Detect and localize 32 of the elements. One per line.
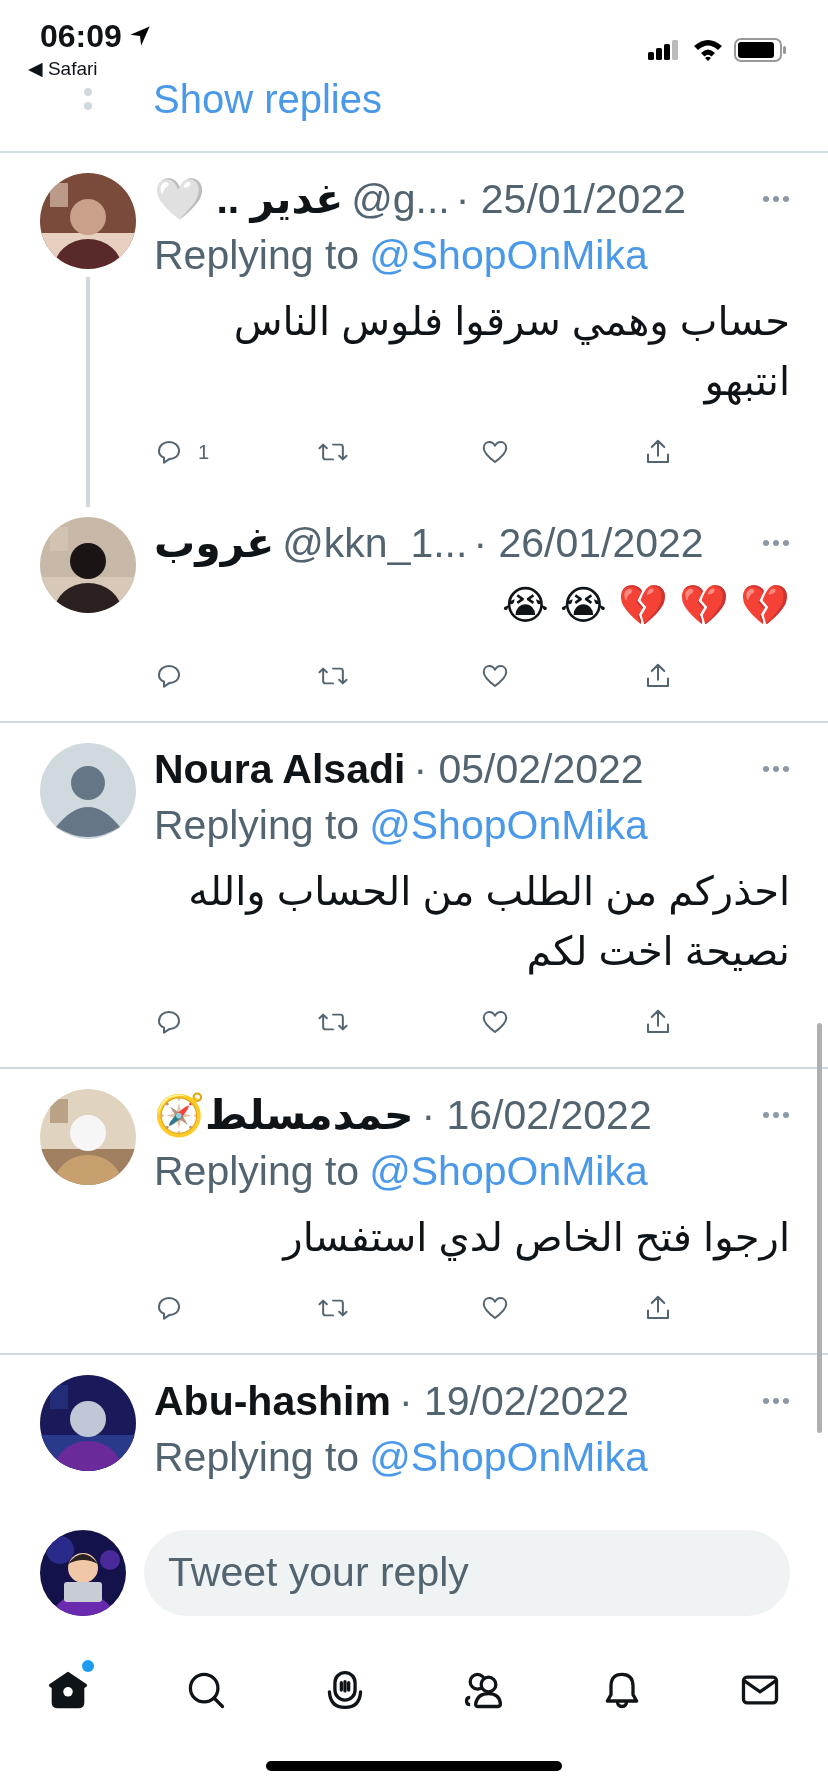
- reply-count: 1: [198, 440, 210, 464]
- user-handle[interactable]: @g...: [351, 175, 450, 223]
- tweet-text: 💔 💔 💔 😭 😭: [501, 582, 790, 629]
- more-options-icon[interactable]: [762, 539, 790, 547]
- more-options-icon[interactable]: [762, 1397, 790, 1405]
- replying-to-label: Replying to: [154, 802, 360, 848]
- user-name[interactable]: غروب: [154, 519, 275, 567]
- default-avatar-icon[interactable]: [40, 743, 136, 839]
- user-name[interactable]: غدير .. 🤍: [154, 175, 344, 223]
- more-options-icon[interactable]: [762, 1111, 790, 1119]
- tweet-text: احذركم من الطلب من الحساب والله نصيحة اخت لكم: [187, 868, 790, 977]
- tweet-date: · 26/01/2022: [473, 519, 704, 567]
- tweet-date: · 16/02/2022: [421, 1091, 652, 1139]
- back-to-safari-link[interactable]: ◀ Safari: [28, 56, 152, 82]
- user-name[interactable]: Abu-hashim: [154, 1377, 391, 1425]
- user-name[interactable]: حمدمسلط🧭: [154, 1091, 414, 1139]
- tweet-text: ارجوا فتح الخاص لدي استفسار: [280, 1214, 790, 1263]
- replying-to-label: Replying to: [154, 1434, 360, 1480]
- tweet-date: · 25/01/2022: [455, 175, 686, 223]
- tweet-date: · 05/02/2022: [413, 745, 644, 793]
- tweet-date: · 19/02/2022: [398, 1377, 630, 1425]
- battery-icon: [734, 38, 788, 62]
- status-time: 06:09: [40, 17, 122, 56]
- user-name[interactable]: Noura Alsadi: [154, 745, 406, 793]
- replying-to-label: Replying to: [154, 1148, 360, 1194]
- more-options-icon[interactable]: [762, 195, 790, 203]
- more-options-icon[interactable]: [762, 765, 790, 773]
- replying-to-label: Replying to: [154, 232, 360, 278]
- user-handle[interactable]: @kkn_1...: [282, 519, 468, 567]
- reply-input-field[interactable]: Tweet your reply: [144, 1529, 790, 1616]
- wifi-icon: [692, 38, 724, 62]
- tweet-text: حساب وهمي سرقوا فلوس الناس انتبهو: [232, 298, 790, 407]
